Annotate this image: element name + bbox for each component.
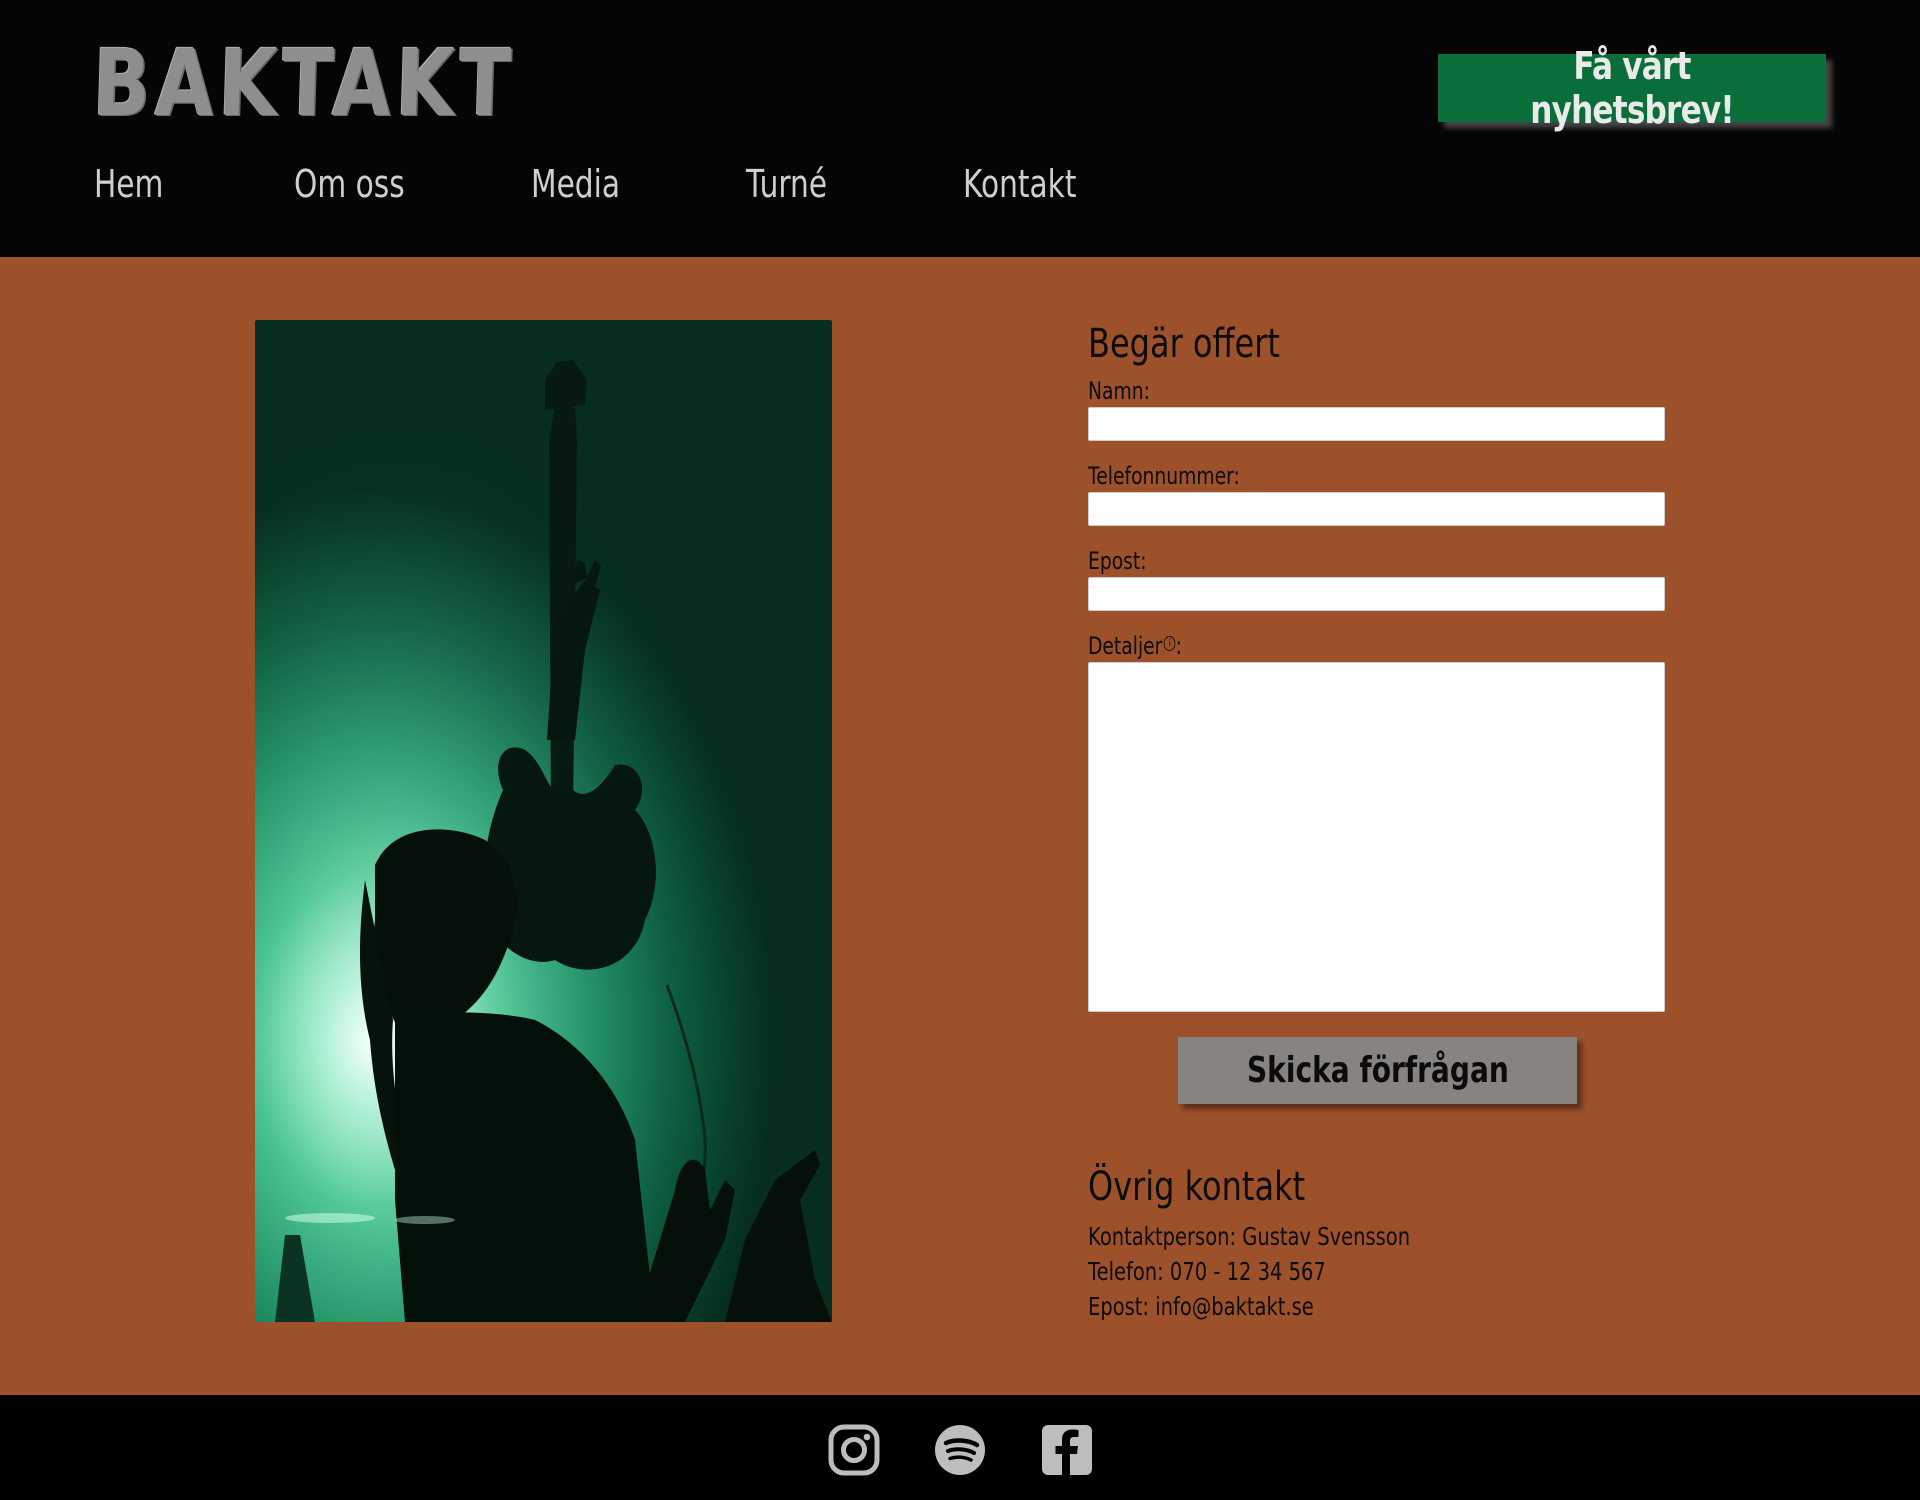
email-input[interactable]: [1088, 577, 1665, 611]
site-logo[interactable]: BAKTAKT: [91, 30, 517, 137]
guitarist-silhouette: [255, 320, 832, 1322]
form-title: Begär offert: [1088, 321, 1280, 367]
contact-title: Övrig kontakt: [1088, 1164, 1306, 1210]
newsletter-button-label: Få vårt nyhetsbrev!: [1530, 44, 1734, 132]
contact-email: Epost: info@baktakt.se: [1088, 1292, 1314, 1321]
nav-item-om-oss[interactable]: Om oss: [294, 162, 405, 206]
main-content: Begär offert Namn: Telefonnummer: Epost:…: [0, 257, 1920, 1395]
concert-photo: [255, 320, 832, 1322]
name-input[interactable]: [1088, 407, 1665, 441]
details-textarea[interactable]: [1088, 662, 1665, 1012]
contact-person: Kontaktperson: Gustav Svensson: [1088, 1222, 1411, 1251]
site-header: BAKTAKT Få vårt nyhetsbrev! Hem Om oss M…: [0, 0, 1920, 257]
phone-input[interactable]: [1088, 492, 1665, 526]
details-label-colon: :: [1175, 632, 1182, 660]
instagram-icon[interactable]: [827, 1423, 881, 1477]
submit-button-label: Skicka förfrågan: [1246, 1050, 1509, 1091]
phone-label: Telefonnummer:: [1088, 462, 1240, 490]
email-label: Epost:: [1088, 547, 1147, 575]
info-icon[interactable]: i: [1163, 636, 1176, 651]
nav-item-turne[interactable]: Turné: [746, 162, 827, 206]
newsletter-button[interactable]: Få vårt nyhetsbrev!: [1438, 44, 1826, 132]
nav-item-kontakt[interactable]: Kontakt: [963, 162, 1076, 206]
details-label: Detaljer: [1088, 632, 1163, 660]
nav-item-media[interactable]: Media: [531, 162, 620, 206]
facebook-icon[interactable]: [1040, 1423, 1094, 1477]
details-label-row: Detaljer i:: [1088, 632, 1182, 660]
nav-item-hem[interactable]: Hem: [94, 162, 163, 206]
name-label: Namn:: [1088, 377, 1150, 405]
submit-button[interactable]: Skicka förfrågan: [1178, 1037, 1577, 1104]
spotify-icon[interactable]: [933, 1423, 987, 1477]
contact-phone: Telefon: 070 - 12 34 567: [1088, 1257, 1326, 1286]
site-footer: [0, 1395, 1920, 1500]
